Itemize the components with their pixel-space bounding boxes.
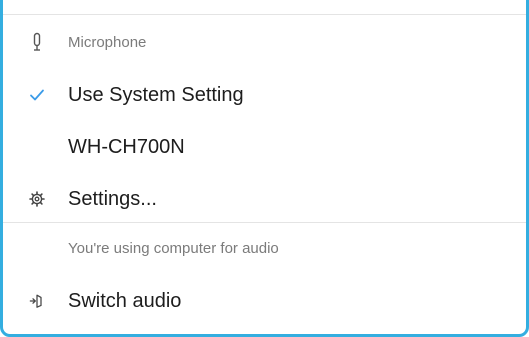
top-divider: [3, 14, 526, 15]
audio-status: You're using computer for audio: [3, 236, 526, 260]
settings-label: Settings...: [68, 187, 157, 210]
switch-audio-icon: [29, 291, 45, 311]
settings-menu-item[interactable]: Settings...: [3, 185, 526, 213]
microphone-option-use-system-setting[interactable]: Use System Setting: [3, 81, 526, 109]
checkmark-icon: [29, 85, 45, 105]
microphone-option-label: WH-CH700N: [68, 135, 185, 158]
audio-status-text: You're using computer for audio: [68, 239, 279, 257]
gear-icon: [29, 189, 45, 209]
switch-audio-menu-item[interactable]: Switch audio: [3, 287, 526, 315]
microphone-option-label: Use System Setting: [68, 83, 244, 106]
microphone-icon: [29, 32, 45, 52]
switch-audio-label: Switch audio: [68, 289, 182, 312]
audio-menu: Microphone Use System Setting WH-CH700N: [3, 0, 526, 334]
middle-divider: [3, 222, 526, 223]
microphone-option-wh-ch700n[interactable]: WH-CH700N: [3, 133, 526, 161]
microphone-section-header: Microphone: [3, 30, 526, 54]
microphone-section-label: Microphone: [68, 33, 147, 51]
